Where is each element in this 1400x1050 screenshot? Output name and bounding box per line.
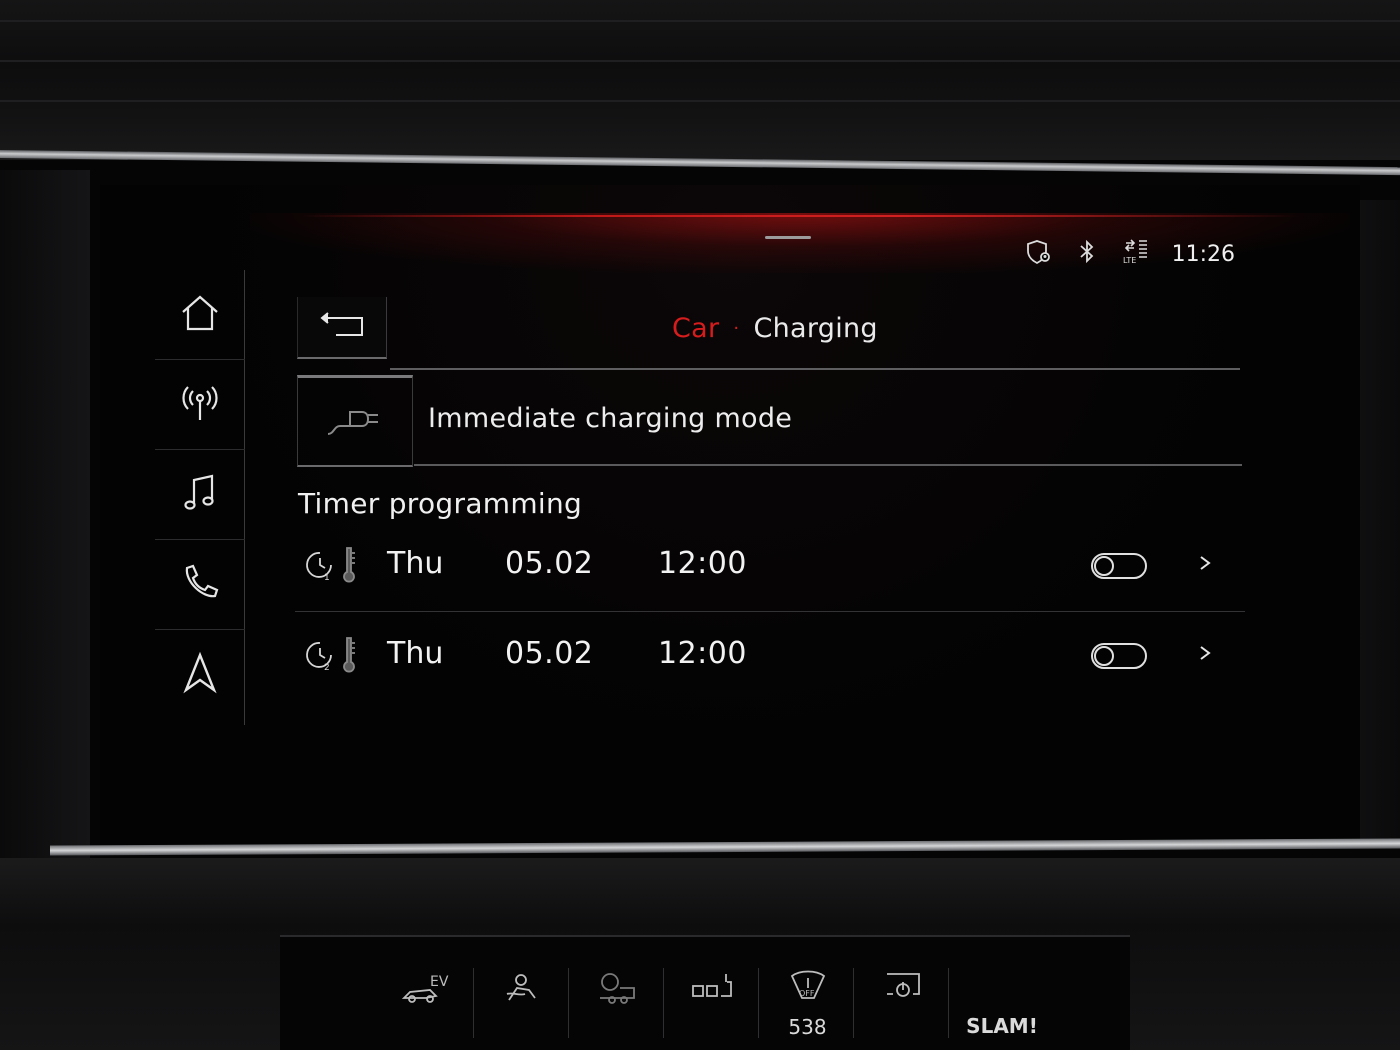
nav-home-button[interactable] — [155, 270, 245, 360]
status-bar: LTE 11:26 — [1024, 237, 1235, 271]
radio-station-label: SLAM! — [966, 1014, 1038, 1038]
infotainment-screen: LTE 11:26 Car · Charging Immediate charg… — [100, 185, 1360, 845]
ev-mode-icon: EV — [400, 968, 456, 1013]
charging-divider — [414, 464, 1242, 466]
svg-text:OFF: OFF — [799, 989, 815, 998]
timer-date: 05.02 — [505, 546, 594, 581]
status-clock: 11:26 — [1171, 241, 1235, 267]
nav-navigation-button[interactable] — [155, 630, 245, 720]
bluetooth-icon — [1072, 237, 1102, 271]
trailer-icon — [590, 968, 646, 1013]
toggle-knob — [1094, 556, 1114, 576]
breadcrumb-separator: · — [733, 318, 740, 339]
charging-icon-box[interactable] — [297, 375, 413, 467]
shield-location-icon — [1024, 237, 1054, 271]
nav-phone-button[interactable] — [155, 540, 245, 630]
svg-text:EV: EV — [430, 974, 449, 990]
timer-date: 05.02 — [505, 636, 594, 671]
music-note-icon — [177, 470, 223, 520]
immediate-charging-label: Immediate charging mode — [428, 403, 793, 434]
timer-row-2[interactable]: 2 Thu 05.02 12:00 — [295, 618, 1245, 698]
climate-icon — [495, 968, 551, 1013]
esc-off-icon: OFF — [780, 968, 836, 1013]
charging-plug-icon — [324, 400, 386, 444]
back-button[interactable] — [297, 297, 387, 359]
lower-radio-station[interactable]: SLAM! — [952, 968, 1052, 1038]
phone-icon — [177, 560, 223, 610]
timer-day: Thu — [387, 636, 444, 671]
bezel-left — [0, 170, 90, 860]
svg-text:LTE: LTE — [1123, 256, 1136, 265]
side-navigation — [155, 270, 245, 725]
accent-red-line — [300, 215, 1300, 217]
timer-section-title: Timer programming — [298, 487, 583, 520]
radio-antenna-icon — [177, 380, 223, 430]
dashboard-top — [0, 0, 1400, 165]
timer-row-1[interactable]: 1 Thu 05.02 12:00 — [295, 528, 1245, 608]
breadcrumb-parent[interactable]: Car — [672, 313, 719, 344]
timer-index: 1 — [324, 573, 330, 582]
lower-trailer-button[interactable] — [572, 968, 664, 1038]
timer-time: 12:00 — [658, 636, 747, 671]
nav-radio-button[interactable] — [155, 360, 245, 450]
lower-parking-button[interactable] — [667, 968, 759, 1038]
pull-down-handle[interactable] — [765, 236, 811, 239]
immediate-charging-row[interactable]: Immediate charging mode — [297, 375, 1242, 467]
vent-slat — [0, 20, 1400, 22]
timer-2-toggle[interactable] — [1091, 643, 1147, 669]
vent-slat — [0, 60, 1400, 62]
nav-media-button[interactable] — [155, 450, 245, 540]
power-icon — [875, 968, 931, 1013]
timer-day: Thu — [387, 546, 444, 581]
timer-time: 12:00 — [658, 546, 747, 581]
parking-icon — [685, 968, 741, 1013]
home-icon — [177, 290, 223, 340]
timer-1-toggle[interactable] — [1091, 553, 1147, 579]
lower-ev-button[interactable]: EV — [382, 968, 474, 1038]
vent-slat — [0, 100, 1400, 102]
lower-climate-button[interactable] — [477, 968, 569, 1038]
timer-divider — [295, 611, 1245, 612]
lte-signal-icon: LTE — [1120, 237, 1150, 271]
page-title: Charging — [753, 313, 878, 344]
lower-power-button[interactable] — [857, 968, 949, 1038]
toggle-knob — [1094, 646, 1114, 666]
lower-value: 538 — [788, 1015, 827, 1039]
navigation-arrow-icon — [177, 650, 223, 700]
back-arrow-icon — [314, 309, 370, 345]
breadcrumb: Car · Charging — [672, 313, 878, 344]
timer-index: 2 — [324, 663, 330, 672]
lower-esc-off-button[interactable]: OFF 538 — [762, 968, 854, 1039]
header-divider — [390, 368, 1240, 370]
